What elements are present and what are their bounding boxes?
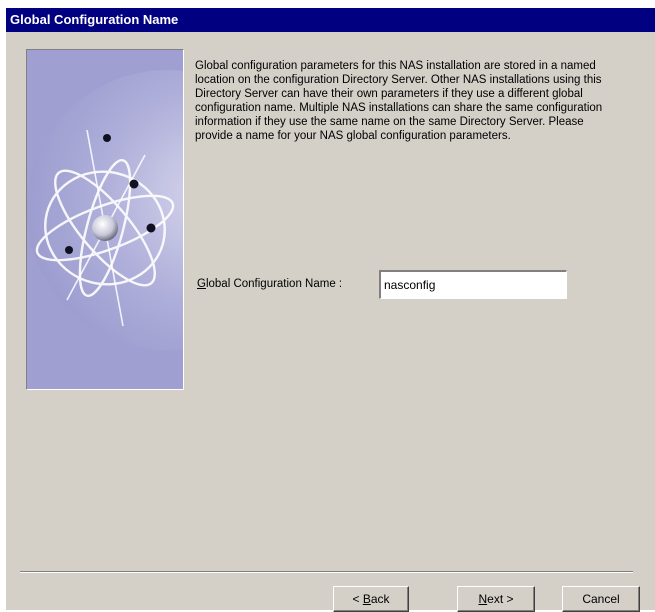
next-button[interactable]: Next > [457,586,535,612]
back-button[interactable]: < Back [333,586,409,612]
dialog-separator [20,571,633,573]
dialog-title-bar: Global Configuration Name [6,8,655,32]
dialog-title: Global Configuration Name [10,12,179,27]
description-text: Global configuration parameters for this… [195,60,603,142]
wizard-side-image [26,49,184,390]
global-config-name-input[interactable] [379,270,567,299]
cancel-button[interactable]: Cancel [562,586,640,612]
atom-orbit-icon [27,50,183,389]
global-config-name-label: Global Configuration Name : [197,278,343,290]
